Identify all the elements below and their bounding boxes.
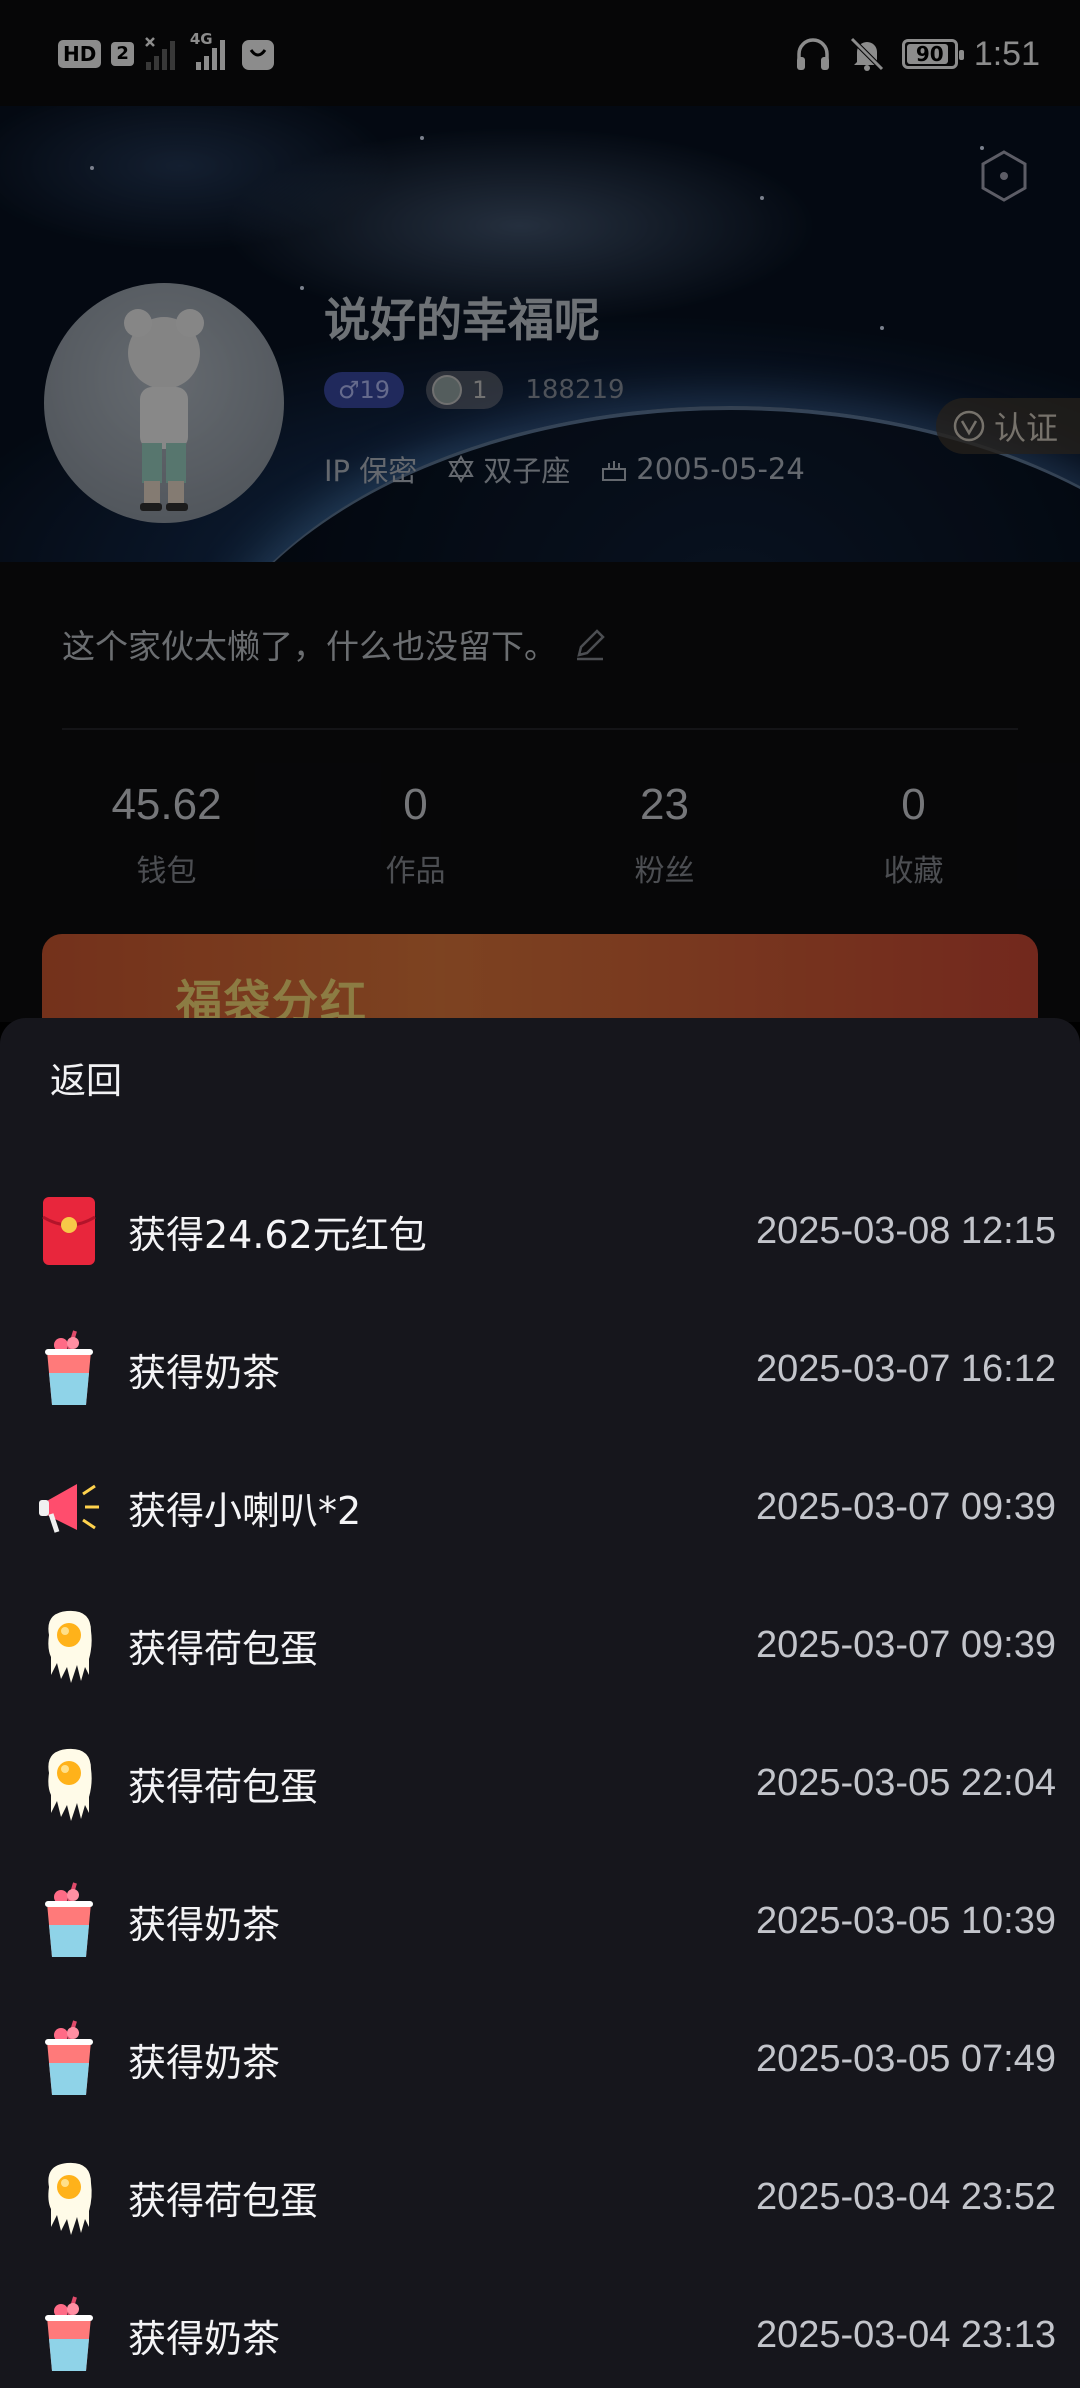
app-notification-icon	[241, 40, 274, 70]
zodiac-label: 双子座	[483, 454, 571, 488]
stat-label: 钱包	[136, 854, 197, 889]
cover-star	[90, 166, 94, 170]
status-left: HD 2 4G	[58, 30, 276, 74]
verify-button[interactable]: 认证	[935, 398, 1080, 454]
fried-egg-icon	[36, 2157, 102, 2237]
cover-star	[420, 136, 424, 140]
record-title: 获得奶茶	[128, 2040, 281, 2085]
stat-value: 45.62	[111, 780, 222, 829]
record-time: 2025-03-07 09:39	[755, 1623, 1056, 1666]
milk-tea-icon	[36, 2019, 102, 2099]
stat-value: 0	[403, 780, 428, 829]
cover-star	[880, 326, 884, 330]
stats-row: 45.62 钱包 0 作品 23 粉丝 0 收藏	[42, 780, 1038, 890]
status-right: 90 1:51	[794, 30, 1040, 78]
clock: 1:51	[973, 34, 1040, 73]
level-value: 1	[472, 376, 488, 404]
edit-pencil-icon[interactable]	[571, 625, 609, 663]
list-item[interactable]: 获得奶茶 2025-03-05 07:49	[0, 1990, 1080, 2128]
milk-tea-icon	[36, 1881, 102, 1961]
list-item[interactable]: 获得小喇叭*2 2025-03-07 09:39	[0, 1438, 1080, 1576]
list-item[interactable]: 获得荷包蛋 2025-03-05 22:04	[0, 1714, 1080, 1852]
stat-wallet[interactable]: 45.62 钱包	[42, 780, 291, 890]
list-item[interactable]: 获得荷包蛋 2025-03-07 09:39	[0, 1576, 1080, 1714]
list-item[interactable]: 获得24.62元红包 2025-03-08 12:15	[0, 1162, 1080, 1300]
level-badge[interactable]: 1	[426, 371, 504, 409]
settings-icon[interactable]	[976, 148, 1032, 204]
list-item[interactable]: 获得奶茶 2025-03-07 16:12	[0, 1300, 1080, 1438]
record-title: 获得奶茶	[128, 1350, 281, 1395]
cover-star	[760, 196, 764, 200]
battery-indicator: 90	[901, 39, 964, 69]
zodiac: 双子座	[447, 448, 570, 490]
stat-value: 0	[901, 780, 926, 829]
record-time: 2025-03-08 12:15	[755, 1209, 1056, 1252]
milk-tea-icon	[36, 2295, 102, 2375]
status-bar: HD 2 4G 90 1:51	[0, 0, 1080, 106]
record-time: 2025-03-07 16:12	[755, 1347, 1056, 1390]
record-time: 2025-03-07 09:39	[755, 1485, 1056, 1528]
record-time: 2025-03-05 07:49	[755, 2037, 1056, 2080]
battery-level: 90	[915, 42, 944, 66]
record-time: 2025-03-05 10:39	[755, 1899, 1056, 1942]
avatar[interactable]	[44, 283, 284, 523]
record-time: 2025-03-04 23:52	[755, 2175, 1056, 2218]
hd-badge: HD	[58, 40, 102, 68]
record-title: 获得荷包蛋	[128, 2178, 319, 2223]
stat-label: 作品	[385, 854, 446, 889]
red-envelope-icon	[36, 1191, 102, 1271]
divider	[62, 728, 1018, 730]
birthday: 2005-05-24	[600, 452, 805, 486]
cover-star	[300, 286, 304, 290]
bell-muted-icon	[850, 37, 884, 71]
star-of-david-icon	[448, 455, 475, 483]
fried-egg-icon	[36, 1605, 102, 1685]
ip-location: IP 保密	[324, 448, 417, 490]
no-signal-icon	[144, 37, 175, 70]
stat-value: 23	[640, 780, 689, 829]
sim-badge: 2	[111, 42, 134, 66]
megaphone-icon	[36, 1467, 102, 1547]
stat-favorites[interactable]: 0 收藏	[789, 780, 1038, 890]
verify-label: 认证	[993, 409, 1058, 447]
record-title: 获得奶茶	[128, 2316, 281, 2361]
user-badges: ♂19 1 188219	[324, 370, 625, 410]
back-button[interactable]: 返回	[50, 1046, 122, 1110]
list-item[interactable]: 获得奶茶 2025-03-05 10:39	[0, 1852, 1080, 1990]
stat-fans[interactable]: 23 粉丝	[540, 780, 789, 890]
record-title: 获得荷包蛋	[128, 1764, 319, 1809]
profile-meta: IP 保密 双子座 2005-05-24	[324, 448, 805, 490]
gender-age-badge: ♂19	[324, 372, 405, 408]
record-time: 2025-03-05 22:04	[755, 1761, 1056, 1804]
record-title: 获得奶茶	[128, 1902, 281, 1947]
record-time: 2025-03-04 23:13	[755, 2313, 1056, 2356]
bio-text: 这个家伙太懒了，什么也没留下。	[62, 627, 557, 666]
ip-label: IP 保密	[324, 454, 418, 488]
stat-works[interactable]: 0 作品	[291, 780, 540, 890]
bio[interactable]: 这个家伙太懒了，什么也没留下。	[62, 620, 609, 668]
record-title: 获得24.62元红包	[128, 1212, 427, 1257]
milk-tea-icon	[36, 1329, 102, 1409]
avatar-figure	[124, 309, 204, 511]
level-medal-icon	[432, 375, 463, 405]
nickname: 说好的幸福呢	[324, 293, 600, 347]
stat-label: 粉丝	[634, 854, 695, 889]
verified-icon	[953, 410, 985, 442]
signal-4g-icon: 4G	[190, 30, 230, 74]
cake-icon	[602, 461, 627, 481]
record-title: 获得小喇叭*2	[128, 1488, 362, 1533]
headphones-icon	[796, 38, 829, 70]
list-item[interactable]: 获得奶茶 2025-03-04 23:13	[0, 2266, 1080, 2388]
fried-egg-icon	[36, 1743, 102, 1823]
user-id: 188219	[525, 375, 625, 405]
record-title: 获得荷包蛋	[128, 1626, 319, 1671]
stat-label: 收藏	[883, 854, 944, 889]
list-item[interactable]: 获得荷包蛋 2025-03-04 23:52	[0, 2128, 1080, 2266]
birthday-label: 2005-05-24	[636, 452, 805, 486]
